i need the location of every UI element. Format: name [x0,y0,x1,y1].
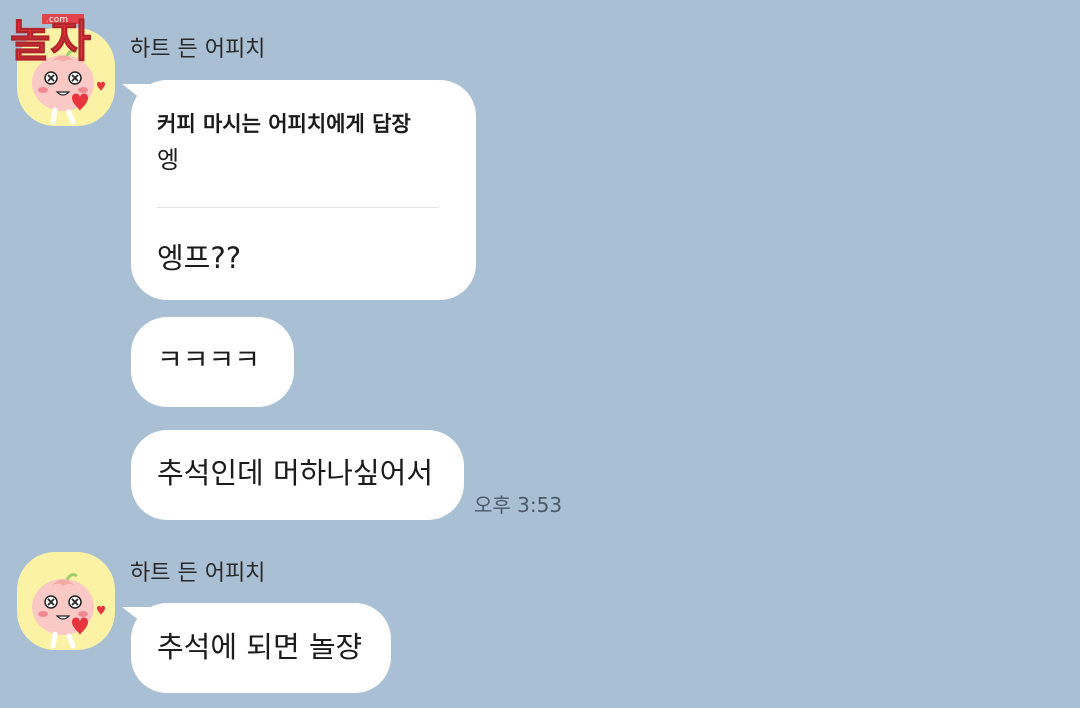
sender-name: 하트 든 어피치 [130,561,266,586]
message-timestamp: 오후 3:53 [474,493,563,517]
reply-quoted-text: 엥 [157,146,180,174]
message-text: 추석에 되면 놀쟝 [157,630,363,664]
message-text: 추석인데 머하나싶어서 [157,456,434,490]
message-bubble[interactable]: 추석에 되면 놀쟝 [131,603,391,693]
watermark-text: 놀자 [10,16,91,62]
reply-message-bubble[interactable]: 커피 마시는 어피치에게 답장 엥 엥프?? [131,80,476,300]
message-bubble[interactable]: ㅋㅋㅋㅋ [131,317,294,407]
sender-avatar[interactable] [17,552,115,650]
message-text: 엥프?? [157,241,242,275]
message-text: ㅋㅋㅋㅋ [157,343,261,376]
message-bubble[interactable]: 추석인데 머하나싶어서 [131,430,464,520]
reply-divider [157,207,439,208]
site-logo-watermark: .com 놀자 [10,14,91,62]
sender-name: 하트 든 어피치 [130,37,266,62]
reply-target-label[interactable]: 커피 마시는 어피치에게 답장 [157,114,411,135]
apeach-holding-heart-icon [32,573,105,649]
